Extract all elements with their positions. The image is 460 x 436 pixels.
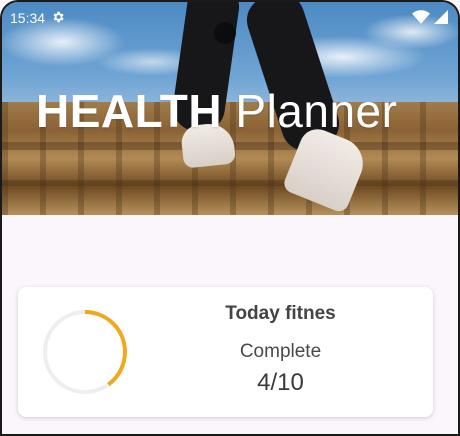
signal-icon <box>434 9 448 27</box>
card-subtitle: Complete <box>239 341 322 362</box>
gear-icon <box>51 10 65 27</box>
app-title: HEALTH Planner <box>36 84 397 138</box>
status-bar: 15:34 <box>10 8 448 28</box>
card-count: 4/10 <box>257 369 304 396</box>
progress-ring <box>43 310 127 394</box>
app-title-bold: HEALTH <box>36 85 223 137</box>
wifi-icon <box>412 9 430 27</box>
status-time: 15:34 <box>10 10 46 26</box>
today-fitness-card[interactable]: Today fitnes Complete 4/10 <box>18 287 433 417</box>
card-text-block: Today fitnes Complete 4/10 <box>188 301 373 397</box>
app-screen: HEALTH Planner 15:34 Today fitnes Comple… <box>0 0 460 436</box>
card-title: Today fitnes <box>225 303 336 324</box>
app-title-light: Planner <box>235 85 398 137</box>
